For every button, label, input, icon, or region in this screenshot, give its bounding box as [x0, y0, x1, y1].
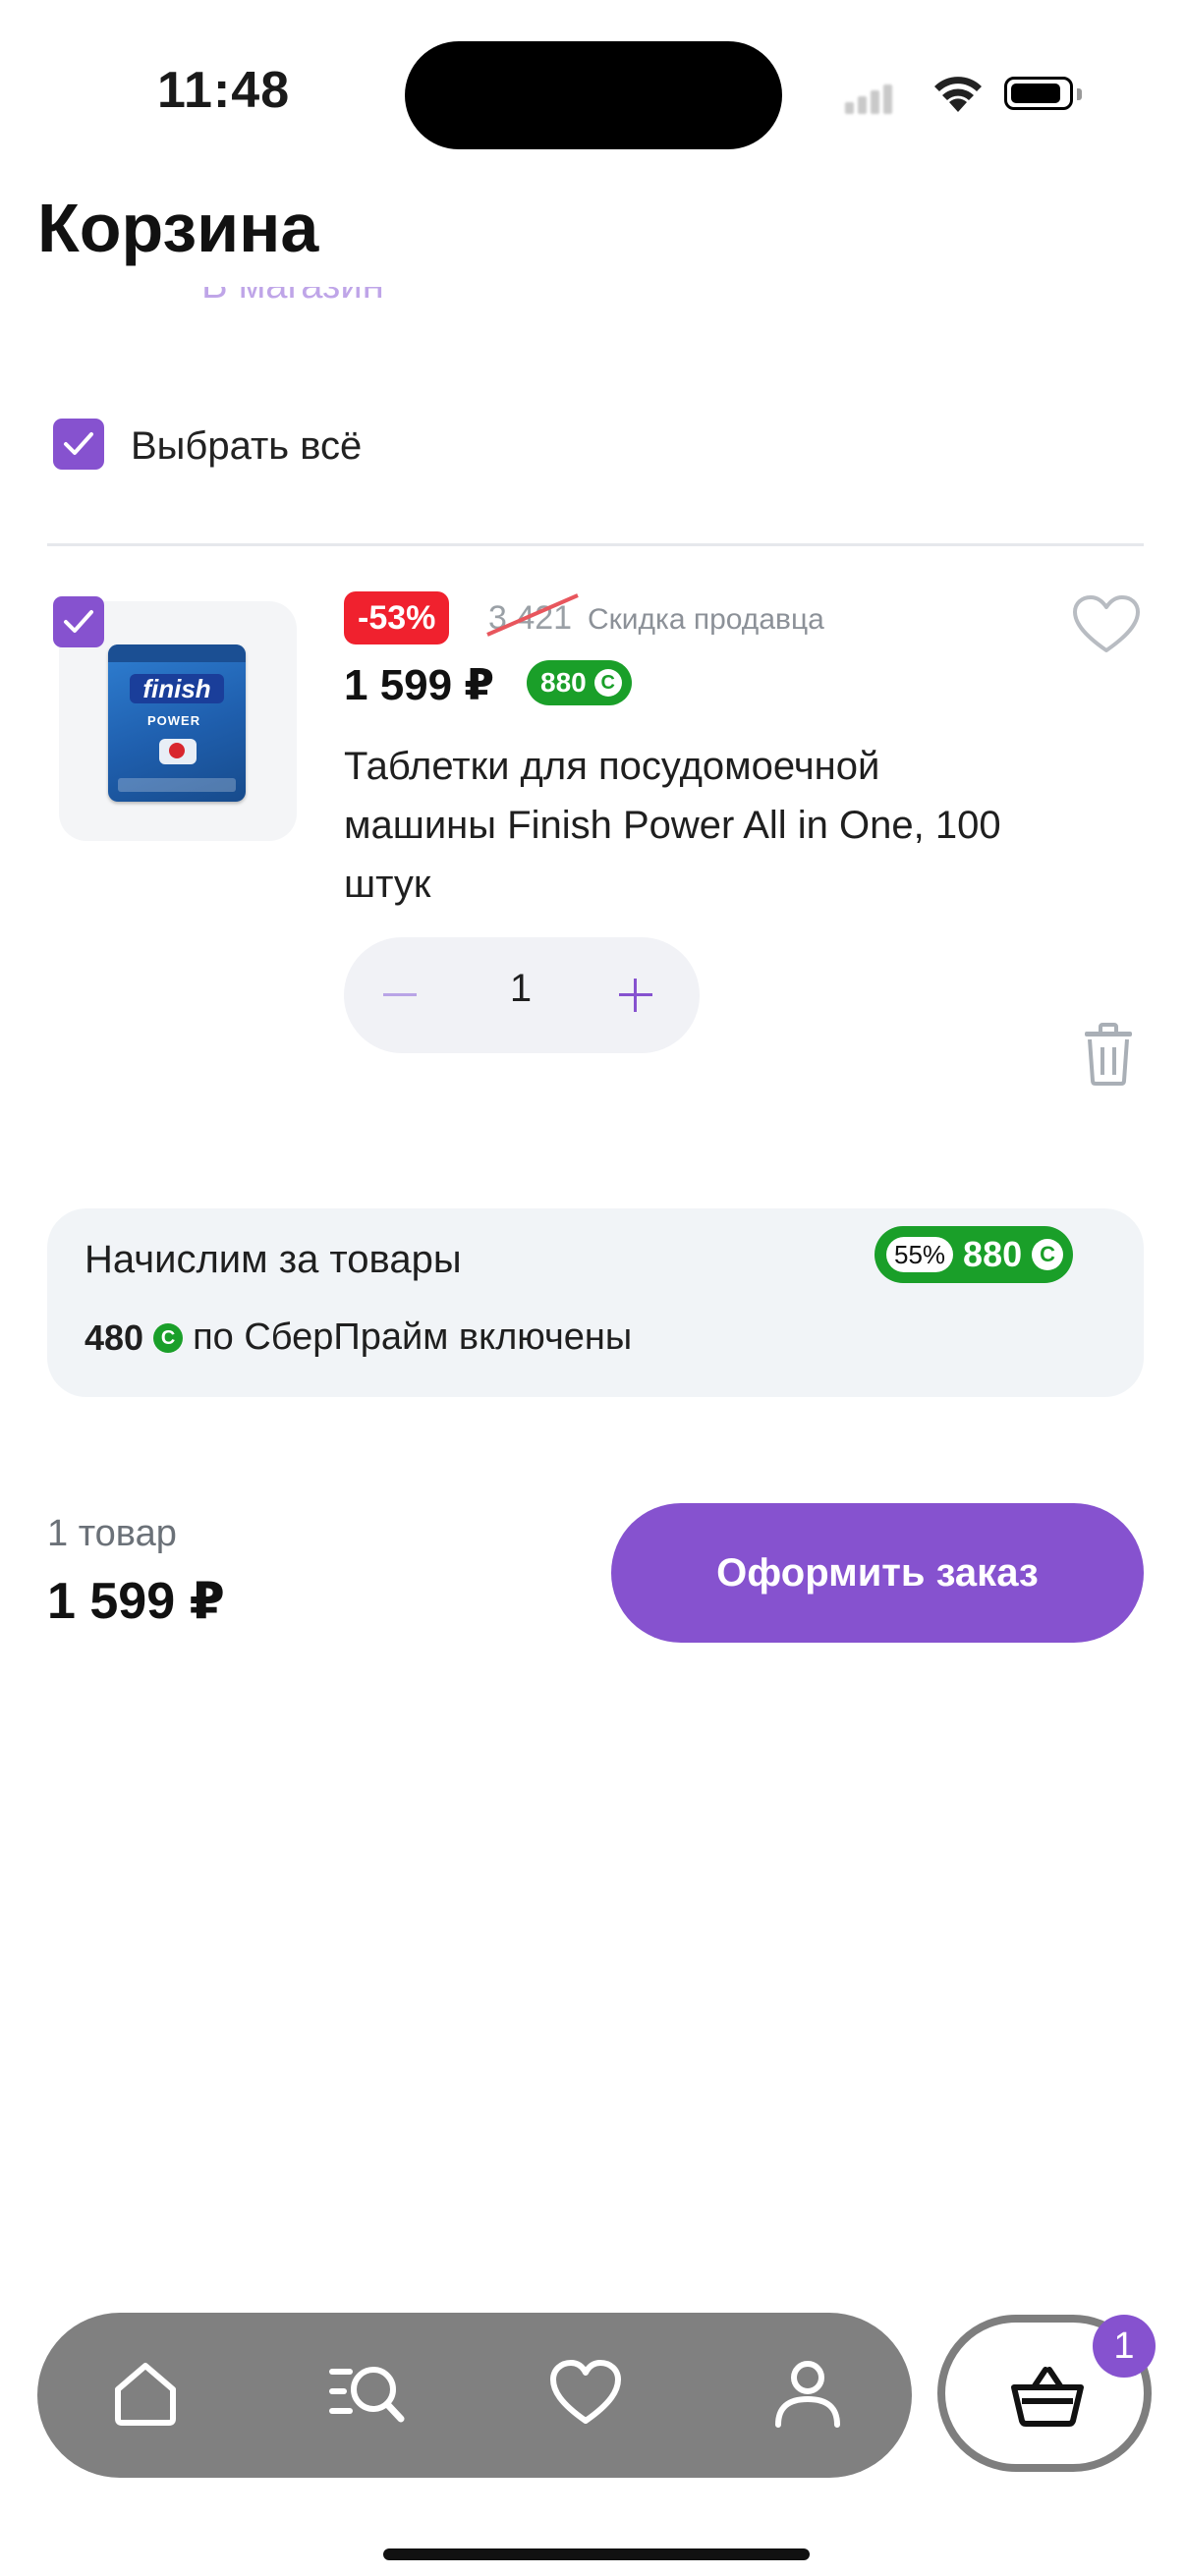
bottom-tab-bar	[37, 2313, 912, 2478]
product-checkbox[interactable]	[53, 596, 104, 647]
minus-icon	[383, 993, 417, 996]
checkout-button[interactable]: Оформить заказ	[611, 1503, 1144, 1643]
bonus-amount: 880	[540, 667, 587, 698]
profile-icon[interactable]	[772, 2358, 843, 2429]
bonus-badge: 880 С	[527, 660, 632, 705]
bonus-coin-icon: С	[1032, 1239, 1064, 1270]
signal-icon	[845, 102, 854, 114]
cart-count-badge: 1	[1093, 2315, 1156, 2378]
catalog-search-icon[interactable]	[328, 2358, 407, 2429]
dynamic-island	[405, 41, 782, 149]
bonus-total-chip: 55% 880 С	[875, 1226, 1074, 1283]
quantity-stepper: 1	[344, 937, 700, 1053]
product-package: finish POWER	[108, 644, 246, 802]
heart-icon[interactable]	[548, 2358, 623, 2429]
divider	[47, 543, 1144, 546]
sberprime-line: 480 С по СберПрайм включены	[85, 1316, 632, 1359]
product-name[interactable]: Таблетки для посудомоечной машины Finish…	[344, 737, 1032, 914]
increase-button[interactable]	[590, 937, 700, 1053]
order-total: 1 599 ₽	[47, 1573, 225, 1630]
discount-source-label: Скидка продавца	[588, 603, 824, 636]
store-link[interactable]: В магазин	[201, 287, 384, 303]
page-title: Корзина	[37, 190, 319, 266]
check-icon	[64, 432, 93, 455]
select-all-label[interactable]: Выбрать всё	[131, 424, 362, 469]
bonus-info-card: Начислим за товары 55% 880 С 480 С по Сб…	[47, 1208, 1144, 1397]
prime-bonus-amount: 480	[85, 1316, 144, 1358]
status-icons	[845, 69, 1091, 118]
favorite-heart-icon[interactable]	[1071, 593, 1142, 656]
bonus-coin-icon: С	[593, 669, 622, 697]
check-icon	[64, 610, 93, 633]
brand-logo: finish	[130, 674, 224, 703]
select-all-checkbox[interactable]	[53, 419, 104, 470]
status-time: 11:48	[157, 62, 291, 119]
prime-bonus-text: по СберПрайм включены	[193, 1316, 633, 1358]
home-icon[interactable]	[110, 2358, 181, 2429]
trash-icon[interactable]	[1081, 1022, 1136, 1087]
discount-badge: -53%	[344, 591, 450, 644]
bonus-coin-icon: С	[153, 1322, 184, 1353]
wifi-icon	[934, 77, 982, 112]
cart-basket-icon	[1011, 2367, 1084, 2427]
bonus-percent: 55%	[886, 1237, 954, 1272]
items-count: 1 товар	[47, 1513, 177, 1554]
battery-icon	[1004, 77, 1073, 110]
strikethrough-line	[486, 593, 579, 637]
quantity-value: 1	[509, 967, 533, 1010]
product-price: 1 599 ₽	[344, 661, 494, 709]
bonus-card-title: Начислим за товары	[85, 1238, 462, 1281]
decrease-button[interactable]	[344, 937, 452, 1053]
bonus-total: 880	[963, 1234, 1023, 1274]
home-indicator	[383, 2548, 810, 2560]
